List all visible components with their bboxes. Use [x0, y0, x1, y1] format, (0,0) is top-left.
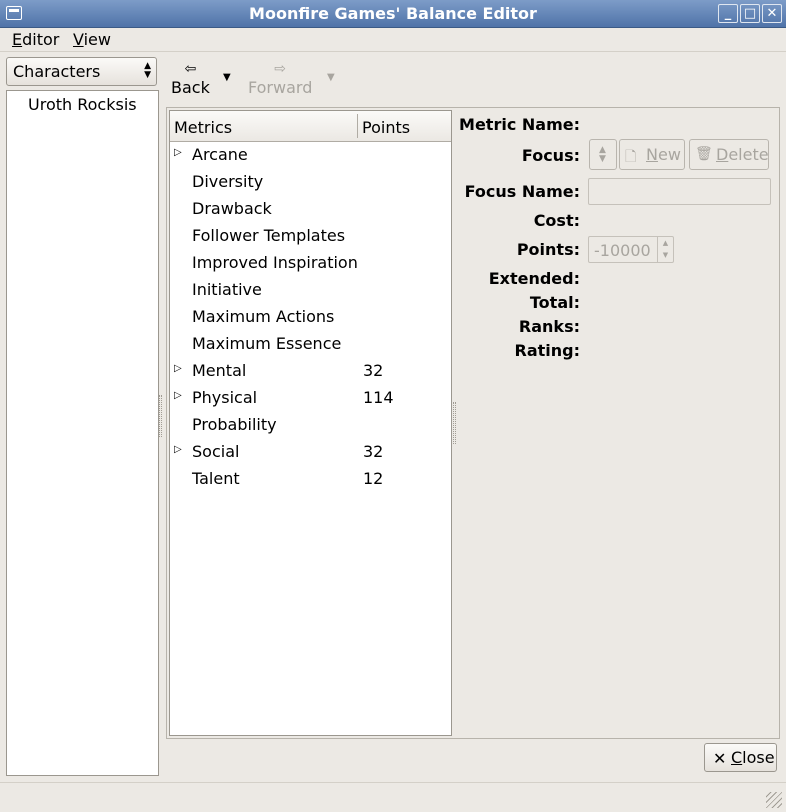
points-label: Points: — [516, 240, 580, 259]
expander-arrow-icon[interactable]: ▷ — [174, 363, 182, 374]
column-header-points[interactable]: Points — [362, 118, 410, 137]
metric-name-cell: Maximum Actions — [192, 307, 335, 326]
metric-name-cell: Arcane — [192, 145, 248, 164]
list-item[interactable]: Uroth Rocksis — [28, 95, 137, 114]
points-spinbutton[interactable]: -10000 ▲ ▼ — [588, 236, 674, 263]
cost-label: Cost: — [533, 211, 580, 230]
close-button-label: Close — [731, 748, 775, 767]
metric-name-cell: Talent — [192, 469, 240, 488]
close-button[interactable]: ✕ Close — [704, 743, 777, 772]
new-document-icon: 🗋 — [625, 149, 637, 165]
close-window-button[interactable]: ✕ — [762, 4, 782, 23]
expander-arrow-icon[interactable]: ▷ — [174, 147, 182, 158]
table-row[interactable]: Drawback — [170, 196, 451, 223]
metrics-tree-header: Metrics Points — [170, 111, 451, 142]
table-row[interactable]: Talent 12 — [170, 466, 451, 493]
focus-updown-icon: ▲ ▼ — [599, 145, 606, 164]
table-row[interactable]: Maximum Essence — [170, 331, 451, 358]
arrow-right-icon: ⇨ — [274, 61, 287, 77]
points-spin-value: -10000 — [594, 241, 651, 260]
focus-name-input[interactable] — [588, 178, 771, 205]
metric-name-cell: Follower Templates — [192, 226, 346, 245]
category-combobox-value: Characters — [13, 62, 101, 81]
metric-points-cell: 12 — [363, 469, 384, 488]
table-row[interactable]: Initiative — [170, 277, 451, 304]
metric-name-cell: Social — [192, 442, 240, 461]
table-row[interactable]: ▷ Social 32 — [170, 439, 451, 466]
maximize-button[interactable]: □ — [740, 4, 760, 23]
right-pane-splitter[interactable] — [453, 402, 456, 444]
statusbar — [0, 782, 786, 812]
back-button-label: Back — [171, 78, 210, 97]
delete-focus-button[interactable]: 🗑 Delete — [689, 139, 769, 170]
metric-name-cell: Physical — [192, 388, 258, 407]
metric-name-cell: Improved Inspiration — [192, 253, 358, 272]
table-row[interactable]: ▷ Mental 32 — [170, 358, 451, 385]
metric-name-cell: Diversity — [192, 172, 264, 191]
table-row[interactable]: ▷ Arcane — [170, 142, 451, 169]
total-label: Total: — [529, 293, 580, 312]
table-row[interactable]: Diversity — [170, 169, 451, 196]
new-button-label: New — [646, 145, 681, 164]
table-row[interactable]: Follower Templates — [170, 223, 451, 250]
menu-editor[interactable]: Editor — [12, 30, 59, 49]
table-row[interactable]: Maximum Actions — [170, 304, 451, 331]
metric-name-cell: Initiative — [192, 280, 262, 299]
category-combobox[interactable]: Characters ▲ ▼ — [6, 57, 157, 86]
metrics-tree[interactable]: Metrics Points ▷ Arcane Diversity Drawback F… — [169, 110, 452, 736]
focus-combobox[interactable]: ▲ ▼ — [589, 139, 617, 170]
focus-name-label: Focus Name: — [464, 182, 580, 201]
back-button[interactable]: ⇦ Back — [171, 60, 210, 97]
expander-arrow-icon[interactable]: ▷ — [174, 444, 182, 455]
window-titlebar[interactable]: Moonfire Games' Balance Editor _ □ ✕ — [0, 0, 786, 28]
window-title: Moonfire Games' Balance Editor — [249, 4, 537, 23]
forward-button[interactable]: ⇨ Forward — [248, 60, 312, 97]
character-list[interactable]: Uroth Rocksis — [6, 90, 159, 776]
back-history-dropdown-icon[interactable]: ▼ — [223, 72, 231, 83]
forward-history-dropdown-icon[interactable]: ▼ — [327, 72, 335, 83]
metric-name-cell: Maximum Essence — [192, 334, 342, 353]
menubar: Editor View — [0, 28, 786, 52]
metric-name-label: Metric Name: — [459, 115, 580, 134]
ranks-label: Ranks: — [518, 317, 580, 336]
combo-updown-icon: ▲ ▼ — [144, 61, 151, 80]
table-row[interactable]: ▷ Physical 114 — [170, 385, 451, 412]
expander-arrow-icon[interactable]: ▷ — [174, 390, 182, 401]
close-x-icon: ✕ — [713, 749, 727, 768]
metric-name-cell: Mental — [192, 361, 247, 380]
table-row[interactable]: Improved Inspiration — [170, 250, 451, 277]
column-header-metrics[interactable]: Metrics — [174, 118, 232, 137]
table-row[interactable]: Probability — [170, 412, 451, 439]
focus-label: Focus: — [521, 146, 580, 165]
extended-label: Extended: — [488, 269, 580, 288]
trash-icon: 🗑 — [695, 146, 713, 162]
spin-updown-icon[interactable]: ▲ ▼ — [657, 237, 673, 262]
minimize-button[interactable]: _ — [718, 4, 738, 23]
rating-label: Rating: — [514, 341, 581, 360]
menu-view[interactable]: View — [73, 30, 111, 49]
new-focus-button[interactable]: 🗋 New — [619, 139, 685, 170]
metric-points-cell: 32 — [363, 361, 384, 380]
resize-grip-icon[interactable] — [766, 792, 782, 808]
column-separator[interactable] — [357, 114, 358, 138]
delete-button-label: Delete — [716, 145, 769, 164]
metric-name-cell: Probability — [192, 415, 277, 434]
metric-name-cell: Drawback — [192, 199, 272, 218]
arrow-left-icon: ⇦ — [184, 61, 197, 77]
forward-button-label: Forward — [248, 78, 313, 97]
metric-points-cell: 114 — [363, 388, 394, 407]
left-pane-splitter[interactable] — [159, 395, 162, 437]
metric-points-cell: 32 — [363, 442, 384, 461]
